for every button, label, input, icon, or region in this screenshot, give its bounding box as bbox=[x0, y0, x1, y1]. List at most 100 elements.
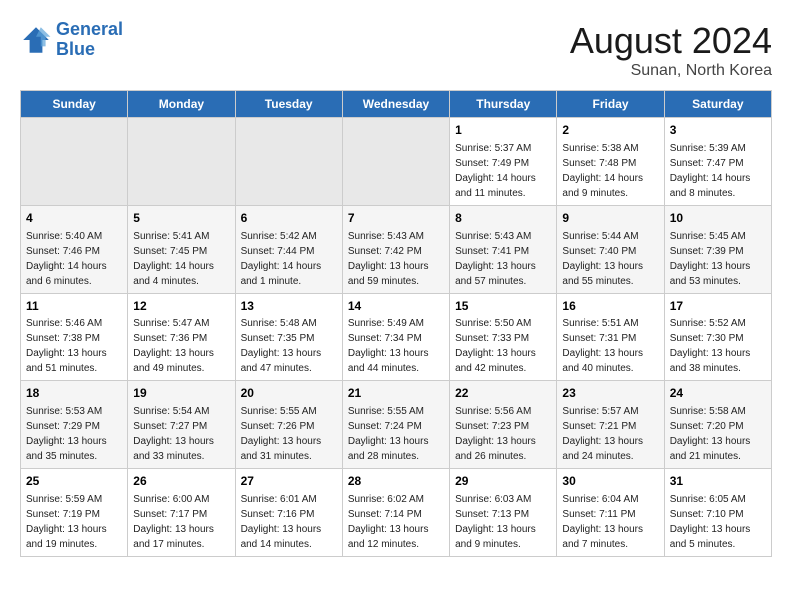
day-number: 7 bbox=[348, 210, 444, 227]
day-number: 2 bbox=[562, 122, 658, 139]
day-info: Sunrise: 5:46 AMSunset: 7:38 PMDaylight:… bbox=[26, 316, 122, 376]
day-info: Sunrise: 5:39 AMSunset: 7:47 PMDaylight:… bbox=[670, 141, 766, 201]
calendar-cell bbox=[342, 118, 449, 206]
day-info: Sunrise: 6:00 AMSunset: 7:17 PMDaylight:… bbox=[133, 492, 229, 552]
calendar-cell: 21Sunrise: 5:55 AMSunset: 7:24 PMDayligh… bbox=[342, 381, 449, 469]
day-number: 13 bbox=[241, 298, 337, 315]
day-info: Sunrise: 5:53 AMSunset: 7:29 PMDaylight:… bbox=[26, 404, 122, 464]
day-info: Sunrise: 6:04 AMSunset: 7:11 PMDaylight:… bbox=[562, 492, 658, 552]
day-number: 12 bbox=[133, 298, 229, 315]
header-tuesday: Tuesday bbox=[235, 91, 342, 118]
day-number: 1 bbox=[455, 122, 551, 139]
calendar-cell: 22 Sunrise: 5:56 AMSunset: 7:23 PMDayligh… bbox=[450, 381, 557, 469]
day-number: 20 bbox=[241, 385, 337, 402]
calendar-cell: 31 Sunrise: 6:05 AMSunset: 7:10 PMDayligh… bbox=[664, 469, 771, 557]
calendar-cell: 1Sunrise: 5:37 AMSunset: 7:49 PMDaylight… bbox=[450, 118, 557, 206]
calendar-cell: 19Sunrise: 5:54 AMSunset: 7:27 PMDayligh… bbox=[128, 381, 235, 469]
calendar-cell: 26 Sunrise: 6:00 AMSunset: 7:17 PMDayligh… bbox=[128, 469, 235, 557]
week-row-5: 25Sunrise: 5:59 AMSunset: 7:19 PMDayligh… bbox=[21, 469, 772, 557]
day-number: 16 bbox=[562, 298, 658, 315]
calendar-cell: 17Sunrise: 5:52 AMSunset: 7:30 PMDayligh… bbox=[664, 293, 771, 381]
day-number: 23 bbox=[562, 385, 658, 402]
day-info: Sunrise: 5:40 AMSunset: 7:46 PMDaylight:… bbox=[26, 229, 122, 289]
calendar-cell: 20 Sunrise: 5:55 AMSunset: 7:26 PMDayligh… bbox=[235, 381, 342, 469]
calendar-body: 1Sunrise: 5:37 AMSunset: 7:49 PMDaylight… bbox=[21, 118, 772, 557]
day-info: Sunrise: 5:52 AMSunset: 7:30 PMDaylight:… bbox=[670, 316, 766, 376]
logo-line2: Blue bbox=[56, 39, 95, 59]
day-number: 19 bbox=[133, 385, 229, 402]
day-number: 10 bbox=[670, 210, 766, 227]
day-info: Sunrise: 5:47 AMSunset: 7:36 PMDaylight:… bbox=[133, 316, 229, 376]
day-number: 5 bbox=[133, 210, 229, 227]
day-number: 31 bbox=[670, 473, 766, 490]
calendar-title: August 2024 bbox=[570, 20, 772, 62]
day-number: 29 bbox=[455, 473, 551, 490]
week-row-2: 4Sunrise: 5:40 AMSunset: 7:46 PMDaylight… bbox=[21, 205, 772, 293]
calendar-cell: 24 Sunrise: 5:58 AMSunset: 7:20 PMDayligh… bbox=[664, 381, 771, 469]
calendar-table: SundayMondayTuesdayWednesdayThursdayFrid… bbox=[20, 90, 772, 557]
calendar-cell: 4Sunrise: 5:40 AMSunset: 7:46 PMDaylight… bbox=[21, 205, 128, 293]
calendar-cell: 7 Sunrise: 5:43 AMSunset: 7:42 PMDaylight… bbox=[342, 205, 449, 293]
day-number: 22 bbox=[455, 385, 551, 402]
logo-line1: General bbox=[56, 19, 123, 39]
header-sunday: Sunday bbox=[21, 91, 128, 118]
calendar-cell: 12Sunrise: 5:47 AMSunset: 7:36 PMDayligh… bbox=[128, 293, 235, 381]
calendar-cell: 15Sunrise: 5:50 AMSunset: 7:33 PMDayligh… bbox=[450, 293, 557, 381]
day-info: Sunrise: 5:51 AMSunset: 7:31 PMDaylight:… bbox=[562, 316, 658, 376]
day-info: Sunrise: 5:57 AMSunset: 7:21 PMDaylight:… bbox=[562, 404, 658, 464]
header-friday: Friday bbox=[557, 91, 664, 118]
day-info: Sunrise: 5:48 AMSunset: 7:35 PMDaylight:… bbox=[241, 316, 337, 376]
calendar-cell: 30 Sunrise: 6:04 AMSunset: 7:11 PMDayligh… bbox=[557, 469, 664, 557]
logo: General Blue bbox=[20, 20, 123, 60]
day-info: Sunrise: 5:59 AMSunset: 7:19 PMDaylight:… bbox=[26, 492, 122, 552]
header-saturday: Saturday bbox=[664, 91, 771, 118]
day-info: Sunrise: 5:43 AMSunset: 7:42 PMDaylight:… bbox=[348, 229, 444, 289]
calendar-cell: 5 Sunrise: 5:41 AMSunset: 7:45 PMDaylight… bbox=[128, 205, 235, 293]
day-number: 26 bbox=[133, 473, 229, 490]
week-row-3: 11Sunrise: 5:46 AMSunset: 7:38 PMDayligh… bbox=[21, 293, 772, 381]
day-info: Sunrise: 5:41 AMSunset: 7:45 PMDaylight:… bbox=[133, 229, 229, 289]
day-info: Sunrise: 5:42 AMSunset: 7:44 PMDaylight:… bbox=[241, 229, 337, 289]
title-block: August 2024 Sunan, North Korea bbox=[570, 20, 772, 80]
day-number: 24 bbox=[670, 385, 766, 402]
day-info: Sunrise: 5:43 AMSunset: 7:41 PMDaylight:… bbox=[455, 229, 551, 289]
day-info: Sunrise: 6:03 AMSunset: 7:13 PMDaylight:… bbox=[455, 492, 551, 552]
calendar-cell: 29 Sunrise: 6:03 AMSunset: 7:13 PMDayligh… bbox=[450, 469, 557, 557]
calendar-cell: 16Sunrise: 5:51 AMSunset: 7:31 PMDayligh… bbox=[557, 293, 664, 381]
day-info: Sunrise: 6:05 AMSunset: 7:10 PMDaylight:… bbox=[670, 492, 766, 552]
calendar-cell bbox=[21, 118, 128, 206]
logo-icon bbox=[20, 24, 52, 56]
day-number: 27 bbox=[241, 473, 337, 490]
day-number: 17 bbox=[670, 298, 766, 315]
calendar-cell: 14Sunrise: 5:49 AMSunset: 7:34 PMDayligh… bbox=[342, 293, 449, 381]
calendar-cell: 10Sunrise: 5:45 AMSunset: 7:39 PMDayligh… bbox=[664, 205, 771, 293]
day-info: Sunrise: 5:55 AMSunset: 7:26 PMDaylight:… bbox=[241, 404, 337, 464]
calendar-cell: 11Sunrise: 5:46 AMSunset: 7:38 PMDayligh… bbox=[21, 293, 128, 381]
calendar-subtitle: Sunan, North Korea bbox=[570, 62, 772, 80]
calendar-cell: 28Sunrise: 6:02 AMSunset: 7:14 PMDayligh… bbox=[342, 469, 449, 557]
day-number: 6 bbox=[241, 210, 337, 227]
day-info: Sunrise: 5:38 AMSunset: 7:48 PMDaylight:… bbox=[562, 141, 658, 201]
day-info: Sunrise: 5:56 AMSunset: 7:23 PMDaylight:… bbox=[455, 404, 551, 464]
week-row-1: 1Sunrise: 5:37 AMSunset: 7:49 PMDaylight… bbox=[21, 118, 772, 206]
calendar-cell: 2 Sunrise: 5:38 AMSunset: 7:48 PMDaylight… bbox=[557, 118, 664, 206]
day-info: Sunrise: 5:44 AMSunset: 7:40 PMDaylight:… bbox=[562, 229, 658, 289]
day-info: Sunrise: 5:58 AMSunset: 7:20 PMDaylight:… bbox=[670, 404, 766, 464]
day-number: 3 bbox=[670, 122, 766, 139]
header-wednesday: Wednesday bbox=[342, 91, 449, 118]
day-info: Sunrise: 5:49 AMSunset: 7:34 PMDaylight:… bbox=[348, 316, 444, 376]
calendar-cell: 6 Sunrise: 5:42 AMSunset: 7:44 PMDaylight… bbox=[235, 205, 342, 293]
day-number: 9 bbox=[562, 210, 658, 227]
page-header: General Blue August 2024 Sunan, North Ko… bbox=[20, 20, 772, 80]
day-info: Sunrise: 5:55 AMSunset: 7:24 PMDaylight:… bbox=[348, 404, 444, 464]
calendar-cell: 8 Sunrise: 5:43 AMSunset: 7:41 PMDaylight… bbox=[450, 205, 557, 293]
calendar-cell: 23 Sunrise: 5:57 AMSunset: 7:21 PMDayligh… bbox=[557, 381, 664, 469]
week-row-4: 18Sunrise: 5:53 AMSunset: 7:29 PMDayligh… bbox=[21, 381, 772, 469]
day-number: 8 bbox=[455, 210, 551, 227]
day-info: Sunrise: 6:01 AMSunset: 7:16 PMDaylight:… bbox=[241, 492, 337, 552]
calendar-cell bbox=[235, 118, 342, 206]
day-number: 28 bbox=[348, 473, 444, 490]
calendar-cell: 27 Sunrise: 6:01 AMSunset: 7:16 PMDayligh… bbox=[235, 469, 342, 557]
calendar-cell bbox=[128, 118, 235, 206]
day-number: 30 bbox=[562, 473, 658, 490]
